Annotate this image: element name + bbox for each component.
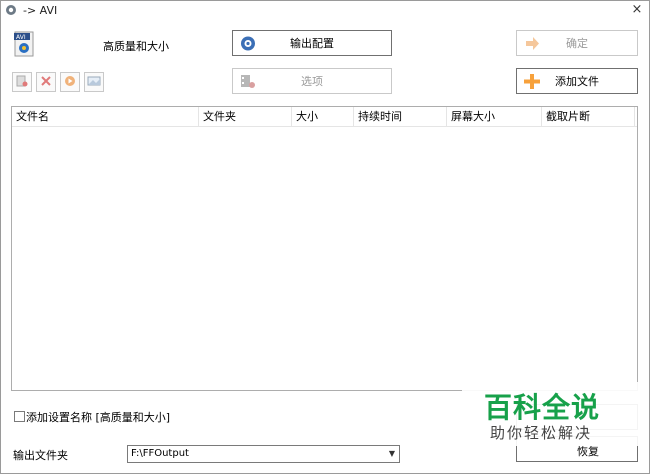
app-icon: [5, 4, 17, 16]
output-config-button[interactable]: 输出配置: [232, 30, 392, 56]
delete-button[interactable]: [36, 72, 56, 92]
image-button[interactable]: [84, 72, 104, 92]
column-header-size[interactable]: 大小: [292, 107, 354, 127]
play-icon: [64, 75, 76, 90]
file-list-table[interactable]: 文件名 文件夹 大小 持续时间 屏幕大小 截取片断: [11, 106, 638, 391]
play-button[interactable]: [60, 72, 80, 92]
chevron-down-icon: ▼: [388, 449, 395, 458]
profile-name: 高质量和大小: [103, 40, 169, 53]
remove-file-button[interactable]: [12, 72, 32, 92]
append-name-checkbox[interactable]: [14, 411, 25, 422]
confirm-button[interactable]: 确定: [516, 30, 638, 56]
column-header-clip[interactable]: 截取片断: [542, 107, 635, 127]
arrow-right-icon: [523, 35, 541, 52]
watermark-title: 百科全说: [484, 391, 601, 424]
column-header-duration[interactable]: 持续时间: [354, 107, 447, 127]
append-name-label: 添加设置名称 [高质量和大小]: [26, 411, 171, 424]
avi-file-icon: AVI: [13, 31, 35, 57]
table-header: 文件名 文件夹 大小 持续时间 屏幕大小 截取片断: [12, 107, 637, 127]
watermark-subtitle: 助你轻松解决: [490, 424, 593, 442]
column-header-folder[interactable]: 文件夹: [199, 107, 292, 127]
add-file-label: 添加文件: [555, 75, 599, 88]
svg-text:AVI: AVI: [16, 34, 26, 41]
remove-file-icon: [16, 75, 28, 90]
close-button[interactable]: ×: [629, 2, 645, 18]
gear-icon: [239, 35, 257, 52]
plus-icon: [523, 73, 541, 90]
column-header-filename[interactable]: 文件名: [12, 107, 199, 127]
add-file-button[interactable]: 添加文件: [516, 68, 638, 94]
output-folder-value: F:\FFOutput: [131, 448, 189, 459]
options-label: 选项: [301, 75, 323, 88]
film-settings-icon: [239, 73, 257, 90]
delete-icon: [40, 75, 52, 90]
window-title: -> AVI: [23, 4, 58, 17]
image-icon: [87, 75, 101, 90]
output-folder-label: 输出文件夹: [13, 449, 68, 462]
column-header-screen-size[interactable]: 屏幕大小: [447, 107, 542, 127]
confirm-label: 确定: [566, 37, 588, 50]
options-button[interactable]: 选项: [232, 68, 392, 94]
output-folder-select[interactable]: F:\FFOutput ▼: [127, 445, 400, 463]
output-config-label: 输出配置: [290, 37, 334, 50]
